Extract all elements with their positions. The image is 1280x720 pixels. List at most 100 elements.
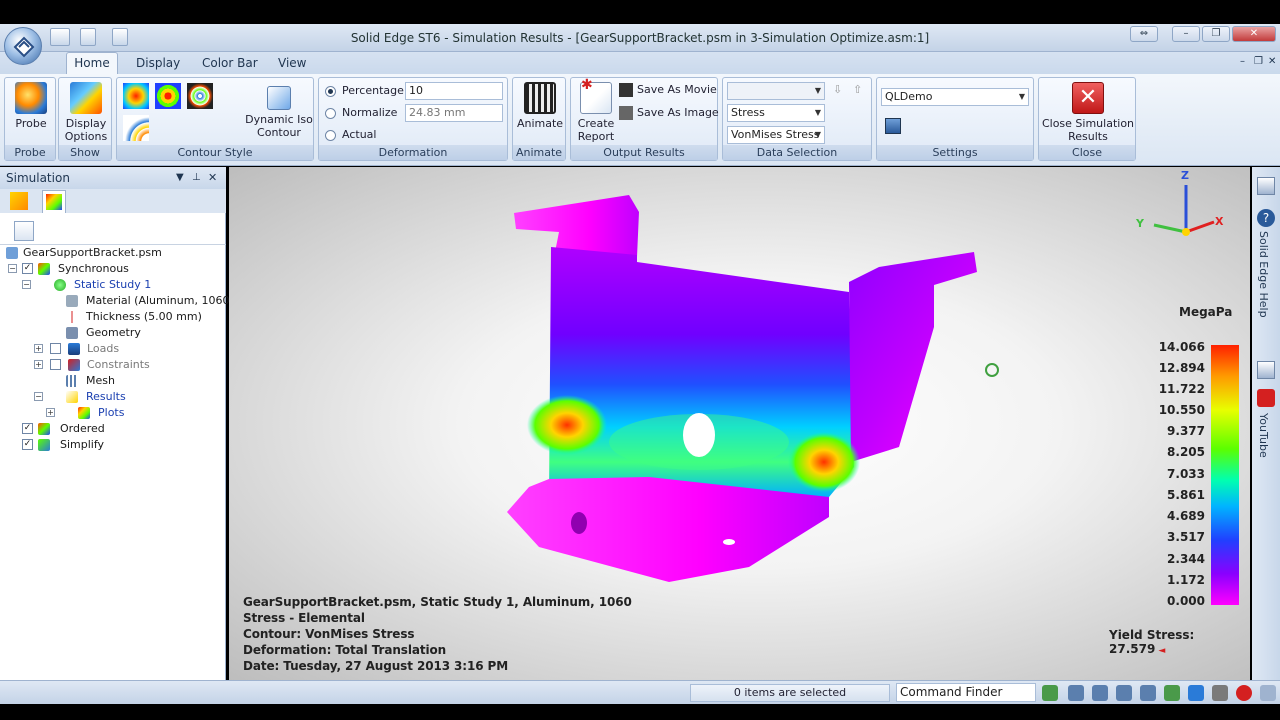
edit-definition-icon[interactable]	[14, 221, 34, 241]
youtube-tab[interactable]: YouTube	[1257, 413, 1270, 458]
info-line-stress: Stress - Elemental	[243, 611, 365, 625]
close-icon: ✕	[1072, 82, 1104, 114]
legend-value: 12.894	[1158, 361, 1205, 375]
arrow-up-icon[interactable]: ⇧	[853, 83, 862, 96]
tab-view[interactable]: View	[278, 56, 306, 70]
collapse-icon[interactable]: −	[34, 392, 43, 401]
display-mode-icon[interactable]	[1260, 685, 1276, 701]
color-bar[interactable]	[1211, 345, 1239, 605]
tree-item-ordered[interactable]: ✓ Ordered	[22, 421, 105, 437]
tree-item-loads[interactable]: + Loads	[34, 341, 119, 357]
probe-button[interactable]: Probe	[9, 82, 53, 130]
feature-tree-tab-icon[interactable]	[10, 192, 28, 210]
report-icon: ✱	[580, 78, 612, 114]
ribbon-restore-icon[interactable]: ❐	[1254, 56, 1263, 67]
zoom-area-icon[interactable]	[1068, 685, 1084, 701]
tree-item-thickness[interactable]: Thickness (5.00 mm)	[66, 309, 202, 325]
settings-combo[interactable]: QLDemo ▼	[881, 88, 1029, 106]
tab-home[interactable]: Home	[66, 52, 118, 75]
legend-value: 10.550	[1158, 403, 1205, 417]
tree-item-geometry[interactable]: Geometry	[66, 325, 141, 341]
legend-value: 14.066	[1158, 340, 1205, 354]
save-as-image-button[interactable]: Save As Image	[619, 106, 719, 120]
contour-banded-icon[interactable]	[155, 83, 181, 109]
tree-item-material[interactable]: Material (Aluminum, 1060)	[66, 293, 234, 309]
synchronous-checkbox[interactable]: ✓	[22, 263, 33, 274]
expand-icon[interactable]: +	[46, 408, 55, 417]
dock-tab-icon[interactable]	[1257, 177, 1275, 195]
restore-icon[interactable]: ⇔	[1130, 26, 1158, 42]
display-options-button[interactable]: Display Options	[62, 82, 110, 143]
simplify-checkbox[interactable]: ✓	[22, 439, 33, 450]
save-settings-icon[interactable]	[885, 118, 901, 134]
minimize-button[interactable]: –	[1172, 26, 1200, 42]
maximize-button[interactable]: ❐	[1202, 26, 1230, 42]
ribbon-minimize-icon[interactable]: –	[1240, 56, 1245, 67]
close-simulation-results-button[interactable]: ✕ Close Simulation Results	[1041, 82, 1135, 143]
normalize-option[interactable]: Normalize	[325, 106, 397, 119]
rotate-icon[interactable]	[1164, 685, 1180, 701]
pin-icon[interactable]: ⊥	[192, 167, 201, 189]
percentage-input[interactable]: 10	[405, 82, 503, 100]
results-tab[interactable]	[42, 190, 66, 213]
help-icon[interactable]: ?	[1257, 209, 1275, 227]
command-finder-input[interactable]: Command Finder	[896, 683, 1036, 702]
youtube-icon[interactable]	[1257, 389, 1275, 407]
close-window-button[interactable]: ✕	[1232, 26, 1276, 42]
save-icon[interactable]	[50, 28, 70, 46]
application-button[interactable]	[4, 27, 42, 65]
pane-close-icon[interactable]: ✕	[208, 167, 217, 189]
graphics-viewport[interactable]: Z Y X GearSupportBracket.psm, Static Stu…	[229, 167, 1250, 680]
tab-display[interactable]: Display	[136, 56, 180, 70]
pane-menu-icon[interactable]: ▼	[176, 167, 184, 189]
record-icon[interactable]	[1236, 685, 1252, 701]
loads-checkbox[interactable]	[50, 343, 61, 354]
actual-option[interactable]: Actual	[325, 128, 376, 141]
expand-icon[interactable]: +	[34, 360, 43, 369]
contour-iso-icon[interactable]	[123, 115, 149, 141]
normalize-input[interactable]: 24.83 mm	[405, 104, 503, 122]
zoom-icon[interactable]	[1092, 685, 1108, 701]
ordered-checkbox[interactable]: ✓	[22, 423, 33, 434]
ribbon-close-icon[interactable]: ✕	[1268, 56, 1276, 67]
expand-icon[interactable]: +	[34, 344, 43, 353]
dynamic-iso-contour-button[interactable]: Dynamic Iso Contour	[245, 82, 313, 139]
previous-view-icon[interactable]	[1042, 685, 1058, 701]
redo-icon[interactable]	[112, 28, 128, 46]
sketch-view-icon[interactable]	[1212, 685, 1228, 701]
stress-combo[interactable]: Stress ▼	[727, 104, 825, 122]
arrow-down-icon[interactable]: ⇩	[833, 83, 842, 96]
pan-icon[interactable]	[1140, 685, 1156, 701]
tree-item-simplify[interactable]: ✓ Simplify	[22, 437, 104, 453]
contour-line-icon[interactable]	[187, 83, 213, 109]
constraints-checkbox[interactable]	[50, 359, 61, 370]
vonmises-combo[interactable]: VonMises Stress ▼	[727, 126, 825, 144]
tree-item-constraints[interactable]: + Constraints	[34, 357, 150, 373]
collapse-icon[interactable]: −	[8, 264, 17, 273]
animate-button[interactable]: Animate	[516, 82, 564, 130]
tree-item-plots[interactable]: + Plots	[46, 405, 124, 421]
tree-item-mesh[interactable]: Mesh	[66, 373, 115, 389]
tree-label: Synchronous	[58, 262, 129, 275]
yield-stress: Yield Stress: 27.579 ◄	[1109, 628, 1250, 656]
create-report-button[interactable]: ✱ Create Report	[573, 78, 619, 143]
actual-radio[interactable]	[325, 129, 336, 141]
tree-item-part[interactable]: GearSupportBracket.psm	[6, 245, 162, 261]
tab-color-bar[interactable]: Color Bar	[202, 56, 258, 70]
tree-item-results[interactable]: − Results	[34, 389, 126, 405]
tree-item-static-study[interactable]: − Static Study 1	[22, 277, 151, 293]
percentage-option[interactable]: Percentage	[325, 84, 404, 97]
collapse-icon[interactable]: −	[22, 280, 31, 289]
normalize-radio[interactable]	[325, 107, 336, 119]
fit-icon[interactable]	[1116, 685, 1132, 701]
undo-icon[interactable]	[80, 28, 96, 46]
percentage-radio[interactable]	[325, 85, 336, 97]
contour-smooth-icon[interactable]	[123, 83, 149, 109]
view-cube-icon[interactable]	[1188, 685, 1204, 701]
save-as-movie-button[interactable]: Save As Movie	[619, 83, 717, 97]
data-top-combo[interactable]: ▼	[727, 82, 825, 100]
tree-item-synchronous[interactable]: − ✓ Synchronous	[8, 261, 129, 277]
dock-tab-icon-2[interactable]	[1257, 361, 1275, 379]
percentage-label: Percentage	[342, 84, 404, 97]
solid-edge-help-tab[interactable]: Solid Edge Help	[1257, 231, 1270, 318]
